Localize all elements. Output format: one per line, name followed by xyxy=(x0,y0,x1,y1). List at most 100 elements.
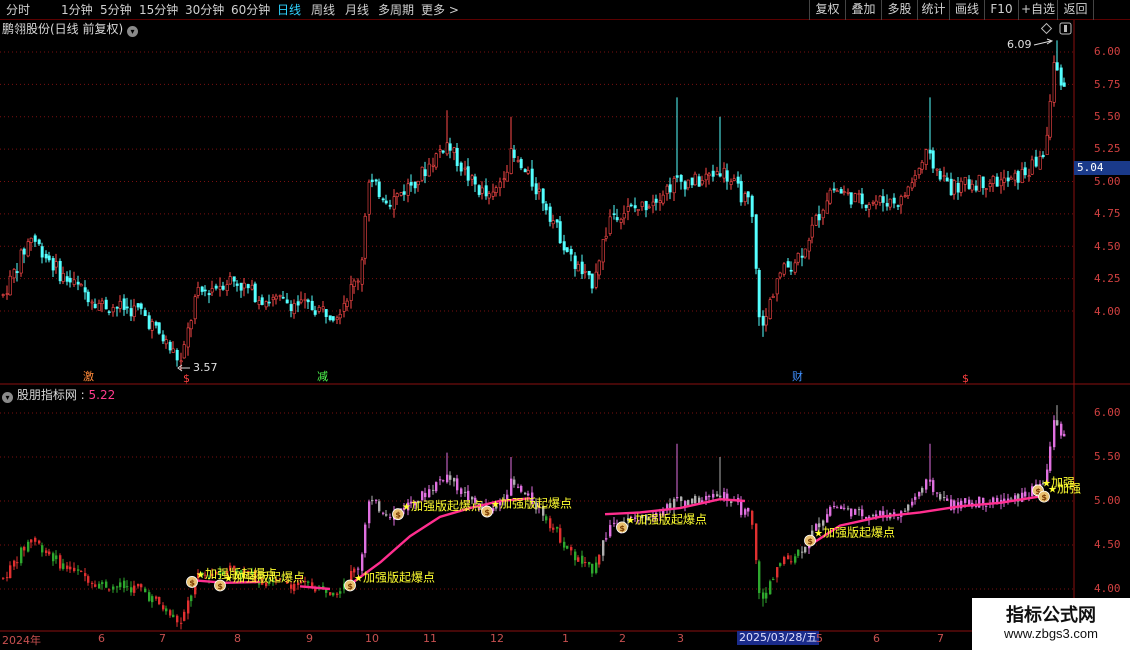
indicator-body xyxy=(151,596,154,603)
candle-body xyxy=(569,248,573,255)
indicator-body xyxy=(116,586,119,588)
candle-body xyxy=(562,241,566,251)
indicator-body xyxy=(581,555,584,564)
indicator-body xyxy=(91,582,94,584)
indicator-body xyxy=(783,556,786,564)
indicator-body xyxy=(691,498,694,504)
candle-body xyxy=(775,278,779,295)
star-icon: ★ xyxy=(224,573,233,584)
candle-body xyxy=(945,177,949,182)
indicator-body xyxy=(598,554,601,565)
indicator-body xyxy=(680,496,683,501)
candle-body xyxy=(5,293,9,295)
candle-body xyxy=(331,316,335,321)
indicator-body xyxy=(985,505,988,507)
candle-body xyxy=(278,295,282,297)
candle-body xyxy=(615,217,619,221)
diamond-icon[interactable] xyxy=(1040,22,1053,35)
star-icon: ★ xyxy=(491,500,500,511)
window-toggle-icon[interactable] xyxy=(1059,22,1072,35)
indicator-body xyxy=(794,556,797,563)
candle-body xyxy=(65,276,69,282)
candle-body xyxy=(299,299,303,303)
candle-body xyxy=(83,287,87,293)
candle-body xyxy=(984,188,988,190)
event-marker-dollar[interactable]: $ xyxy=(182,372,191,385)
indicator-body xyxy=(705,495,708,500)
candle-body xyxy=(122,298,126,310)
event-marker-reduce[interactable]: 减 xyxy=(316,370,329,383)
indicator-body xyxy=(826,514,829,523)
candle-body xyxy=(90,301,94,304)
indicator-body xyxy=(787,555,790,560)
candle-body xyxy=(274,295,278,300)
indicator-body xyxy=(605,538,608,540)
candle-body xyxy=(679,174,683,182)
event-marker-dollar[interactable]: $ xyxy=(961,372,970,385)
candle-body xyxy=(484,185,488,197)
candle-body xyxy=(651,201,655,207)
indicator-tick: 5.50 xyxy=(1094,450,1121,463)
candle-body xyxy=(40,246,44,258)
date-tick: 2 xyxy=(619,632,626,645)
candle-body xyxy=(675,175,679,178)
candle-body xyxy=(899,196,903,206)
indicator-body xyxy=(992,497,995,503)
candle-body xyxy=(810,224,814,238)
chart-canvas[interactable]: $★加强版起爆点$★加强版起爆点$★加强版起爆点$★加强版起爆点 $★加强版起爆点… xyxy=(0,0,1130,650)
candle-body xyxy=(629,204,633,207)
indicator-body xyxy=(840,506,843,510)
price-tick: 4.00 xyxy=(1094,305,1121,318)
indicator-body xyxy=(69,566,72,570)
indicator-body xyxy=(59,555,62,569)
candle-body xyxy=(459,162,463,172)
indicator-body xyxy=(946,498,949,501)
indicator-body xyxy=(105,581,108,588)
indicator-body xyxy=(290,584,293,589)
indicator-body xyxy=(779,563,782,566)
candle-body xyxy=(967,179,971,189)
price-tick: 5.25 xyxy=(1094,142,1121,155)
candle-body xyxy=(399,192,403,196)
candle-body xyxy=(143,310,147,317)
indicator-body xyxy=(790,561,793,563)
candle-body xyxy=(537,188,541,192)
candle-body xyxy=(846,191,850,194)
date-tick: 9 xyxy=(306,632,313,645)
indicator-body xyxy=(119,582,122,588)
indicator-body xyxy=(84,573,87,577)
candle-body xyxy=(587,270,591,276)
indicator-body xyxy=(747,508,750,512)
candle-body xyxy=(157,322,161,334)
candle-body xyxy=(292,303,296,315)
star-icon: ★ xyxy=(402,502,411,513)
candle-body xyxy=(981,176,985,189)
indicator-body xyxy=(371,499,374,502)
indicator-body xyxy=(389,517,392,519)
indicator-body xyxy=(818,523,821,528)
candle-body xyxy=(729,181,733,185)
indicator-body xyxy=(456,478,459,491)
money-bag-glyph: $ xyxy=(347,582,353,591)
candle-body xyxy=(434,153,438,168)
indicator-body xyxy=(513,479,516,485)
indicator-body xyxy=(180,622,183,624)
indicator-body xyxy=(744,509,747,515)
indicator-body xyxy=(1063,433,1066,437)
event-marker-finance[interactable]: 财 xyxy=(791,370,804,383)
price-tick: 5.00 xyxy=(1094,175,1121,188)
indicator-body xyxy=(712,493,715,498)
candle-body xyxy=(420,166,424,181)
candle-body xyxy=(306,299,310,303)
candle-body xyxy=(803,248,807,258)
candle-body xyxy=(86,291,90,303)
indicator-body xyxy=(428,489,431,498)
candle-body xyxy=(285,299,289,304)
indicator-body xyxy=(460,488,463,494)
event-marker-incentive[interactable]: 激 xyxy=(82,370,95,383)
indicator-body xyxy=(123,580,126,589)
candle-body xyxy=(821,209,825,219)
indicator-body xyxy=(758,561,761,594)
candle-body xyxy=(892,197,896,204)
candle-body xyxy=(445,142,449,155)
